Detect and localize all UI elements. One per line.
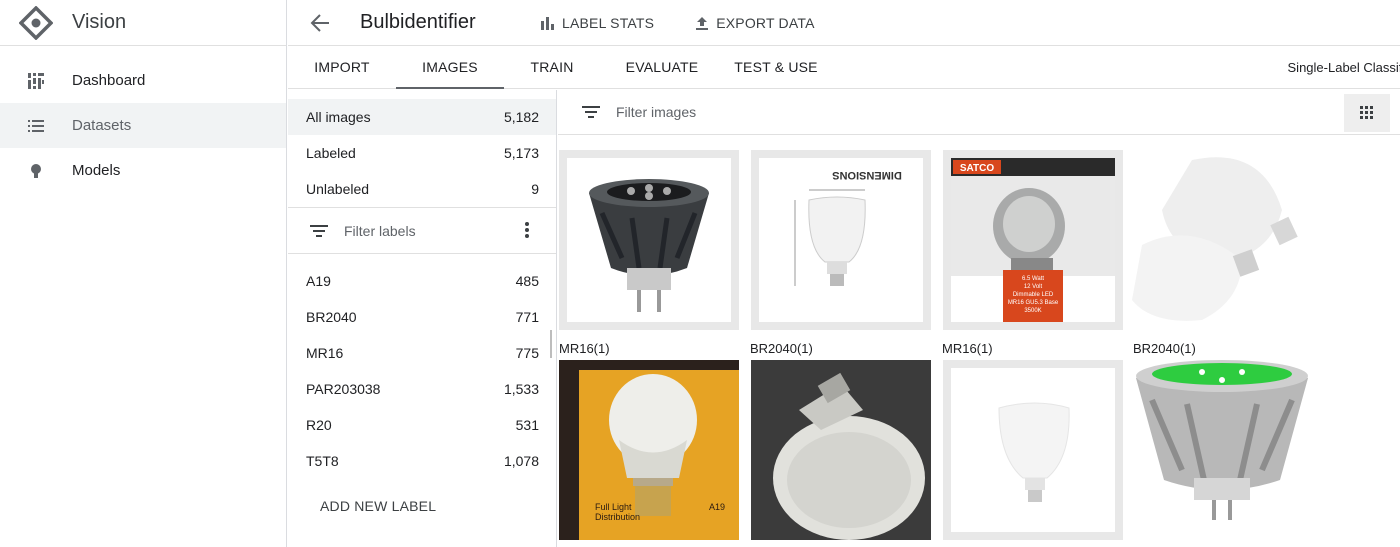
image-thumbnail-br2040-pair[interactable] [1132, 150, 1312, 330]
satco-brand: SATCO [960, 163, 994, 174]
label-row-br2040[interactable]: BR2040 771 [288, 299, 556, 335]
filter-images-input[interactable]: Filter images [558, 90, 1400, 135]
label-count: 531 [515, 417, 539, 433]
app-title: Vision [72, 11, 127, 33]
filter-all-images[interactable]: All images 5,182 [288, 99, 556, 135]
grid-view-icon[interactable] [1344, 94, 1390, 132]
dataset-title: Bulbidentifier [360, 11, 476, 33]
filter-unlabeled[interactable]: Unlabeled 9 [288, 171, 556, 207]
summary-label: Labeled [306, 145, 356, 161]
label-name: BR2040 [306, 309, 357, 325]
image-thumbnail-mr16-satco[interactable]: SATCO 6.5 Watt 12 Volt Dimmable LED MR16… [943, 150, 1123, 330]
vision-logo-icon[interactable] [18, 5, 54, 41]
dimensions-text: DIMENSIONS [832, 169, 902, 181]
image-thumbnail-mr16-black[interactable] [559, 150, 739, 330]
label-name: A19 [306, 273, 331, 289]
image-caption: MR16(1) [942, 341, 993, 356]
label-count: 1,533 [503, 381, 539, 397]
summary-count: 5,173 [503, 145, 539, 161]
filter-labels-input[interactable]: Filter labels [288, 208, 556, 254]
scrollbar-thumb[interactable] [550, 330, 552, 358]
nav-label-models: Models [72, 162, 121, 179]
list-icon [0, 116, 72, 136]
filter-images-placeholder: Filter images [616, 104, 697, 120]
label-stats-button[interactable]: LABEL STATS [540, 15, 654, 31]
satco-spec-line: MR16 GU5.3 Base [1008, 300, 1059, 306]
summary-label: All images [306, 109, 371, 125]
image-thumbnail-a19-box[interactable]: Full Light Distribution A19 [559, 360, 739, 540]
label-name: T5T8 [306, 453, 339, 469]
image-caption: BR2040(1) [1133, 341, 1196, 356]
image-thumbnail-mr16-green[interactable] [1132, 360, 1312, 540]
nav-item-datasets[interactable]: Datasets [0, 103, 286, 148]
tab-train[interactable]: TRAIN [504, 46, 600, 88]
summary-count: 5,182 [503, 109, 539, 125]
label-row-t5t8[interactable]: T5T8 1,078 [288, 443, 556, 479]
nav-item-dashboard[interactable]: Dashboard [0, 58, 286, 103]
label-name: MR16 [306, 345, 344, 361]
filter-icon [310, 224, 328, 237]
top-bar: Bulbidentifier LABEL STATS EXPORT DATA [288, 0, 1400, 46]
export-data-label: EXPORT DATA [716, 14, 815, 31]
label-row-par203038[interactable]: PAR203038 1,533 [288, 371, 556, 407]
tab-test-use[interactable]: TEST & USE [724, 46, 828, 88]
filter-labels-placeholder: Filter labels [344, 222, 416, 239]
label-row-r20[interactable]: R20 531 [288, 407, 556, 443]
tab-import[interactable]: IMPORT [288, 46, 396, 88]
tab-evaluate[interactable]: EVALUATE [600, 46, 724, 88]
back-arrow-icon[interactable] [288, 12, 352, 34]
nav-list: Dashboard Datasets Models [0, 46, 286, 193]
add-new-label-button[interactable]: ADD NEW LABEL [288, 488, 556, 524]
summary-label: Unlabeled [306, 181, 370, 197]
label-filter-panel: All images 5,182 Labeled 5,173 Unlabeled… [288, 90, 557, 547]
brand-header: Vision [0, 0, 286, 46]
label-count: 1,078 [503, 453, 539, 469]
more-vert-icon[interactable] [524, 221, 530, 242]
satco-spec-line: Dimmable LED [1013, 292, 1054, 298]
label-name: R20 [306, 417, 332, 433]
satco-spec-line: 12 Volt [1024, 284, 1043, 290]
box-text: A19 [709, 502, 725, 512]
label-count: 485 [515, 273, 539, 289]
label-stats-label: LABEL STATS [562, 14, 655, 31]
label-row-a19[interactable]: A19 485 [288, 263, 556, 299]
image-thumbnail-br-bulb-photo[interactable] [751, 360, 931, 540]
label-count: 771 [515, 309, 539, 325]
bar-chart-icon [541, 16, 554, 30]
filter-icon [582, 106, 600, 118]
image-thumbnail-br2040-diagram[interactable]: DIMENSIONS [751, 150, 931, 330]
label-name: PAR203038 [306, 381, 381, 397]
tab-images[interactable]: IMAGES [396, 46, 504, 89]
box-text: Distribution [595, 512, 640, 522]
image-caption: MR16(1) [559, 341, 610, 356]
image-summary: All images 5,182 Labeled 5,173 Unlabeled… [288, 90, 556, 208]
satco-spec-line: 3500K [1024, 308, 1041, 314]
nav-label-dashboard: Dashboard [72, 72, 146, 89]
filter-labeled[interactable]: Labeled 5,173 [288, 135, 556, 171]
box-text: Full Light [595, 502, 632, 512]
image-caption: BR2040(1) [750, 341, 813, 356]
image-thumbnail-br-bulb-white[interactable] [943, 360, 1123, 540]
satco-spec-line: 6.5 Watt [1022, 276, 1044, 282]
nav-item-models[interactable]: Models [0, 148, 286, 193]
label-list: A19 485 BR2040 771 MR16 775 PAR203038 1,… [288, 254, 556, 479]
tab-bar: IMPORT IMAGES TRAIN EVALUATE TEST & USE … [288, 46, 1400, 89]
upload-icon [696, 16, 709, 30]
left-navigation: Vision Dashboard Datasets Models [0, 0, 287, 547]
summary-count: 9 [531, 181, 539, 197]
label-row-mr16[interactable]: MR16 775 [288, 335, 556, 371]
nav-label-datasets: Datasets [72, 117, 132, 134]
label-count: 775 [515, 345, 539, 361]
classification-mode-label: Single-Label Classification [1287, 60, 1400, 75]
image-grid-area: Filter images DIMENSIONS SATCO 6.5 Watt … [558, 90, 1400, 547]
lightbulb-icon [0, 161, 72, 181]
dashboard-icon [0, 71, 72, 91]
export-data-button[interactable]: EXPORT DATA [694, 15, 814, 31]
